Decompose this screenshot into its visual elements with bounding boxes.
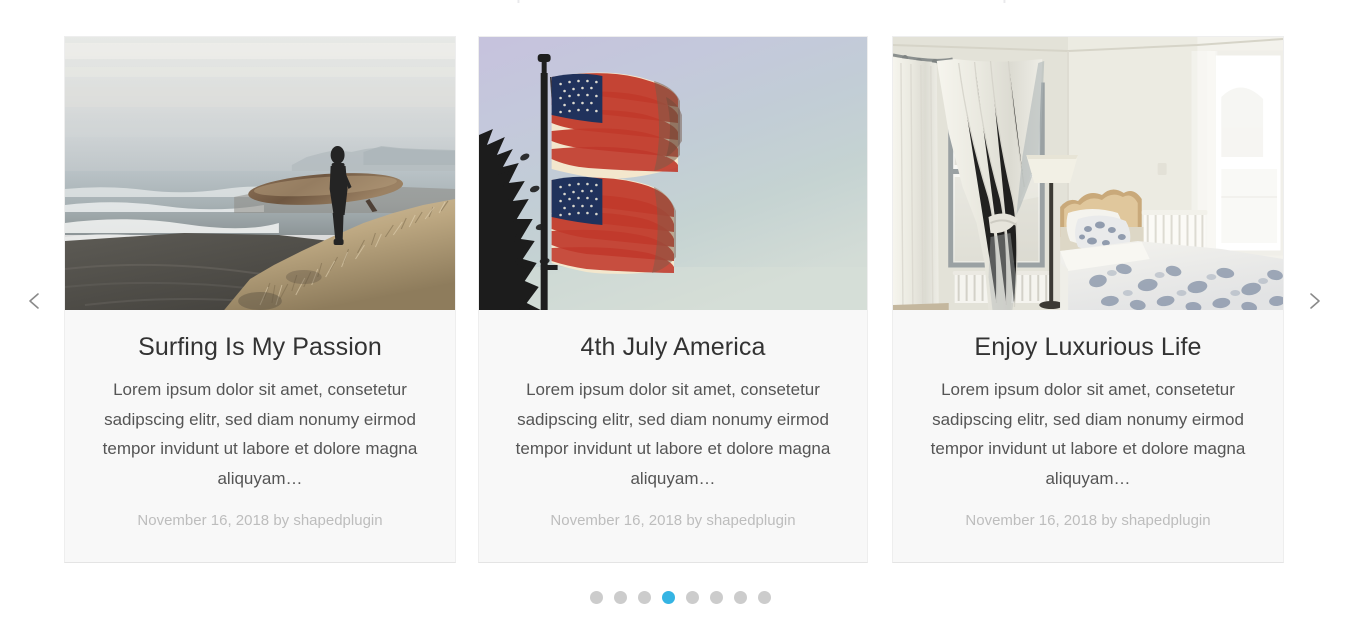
pagination-dot[interactable] — [733, 591, 747, 604]
post-carousel: p p — [0, 0, 1360, 637]
slide-text-block: Enjoy Luxurious Life Lorem ipsum dolor s… — [893, 310, 1283, 531]
pagination-dot-active[interactable] — [661, 591, 675, 604]
clipped-text-above-viewport: p p — [0, 0, 1360, 3]
meta-by-label: by — [1101, 512, 1118, 529]
post-title[interactable]: Enjoy Luxurious Life — [915, 332, 1261, 362]
clipped-glyph-left: p — [516, 0, 528, 3]
meta-by-label: by — [686, 512, 703, 529]
post-title[interactable]: 4th July America — [501, 332, 845, 362]
carousel-track[interactable]: Surfing Is My Passion Lorem ipsum dolor … — [0, 36, 1360, 563]
pagination-dot[interactable] — [637, 591, 651, 604]
slide-text-block: Surfing Is My Passion Lorem ipsum dolor … — [65, 310, 455, 531]
post-title[interactable]: Surfing Is My Passion — [87, 332, 433, 362]
post-excerpt: Lorem ipsum dolor sit amet, consetetur s… — [930, 380, 1246, 488]
slide-text-block: 4th July America Lorem ipsum dolor sit a… — [479, 310, 867, 531]
clipped-glyph-right: p — [1002, 0, 1014, 3]
post-meta: November 16, 2018 by shapedplugin — [501, 511, 845, 531]
pagination-dot[interactable] — [709, 591, 723, 604]
post-author[interactable]: shapedplugin — [706, 512, 795, 529]
pagination-dot[interactable] — [613, 591, 627, 604]
pagination-dot[interactable] — [589, 591, 603, 604]
post-author[interactable]: shapedplugin — [1121, 512, 1210, 529]
post-date: November 16, 2018 — [965, 512, 1098, 529]
post-meta: November 16, 2018 by shapedplugin — [915, 511, 1261, 531]
carousel-slide[interactable]: Surfing Is My Passion Lorem ipsum dolor … — [64, 36, 456, 563]
post-excerpt: Lorem ipsum dolor sit amet, consetetur s… — [515, 380, 831, 488]
post-date: November 16, 2018 — [137, 512, 270, 529]
surfer-on-beach-photo[interactable] — [65, 37, 455, 310]
pagination-dot[interactable] — [685, 591, 699, 604]
carousel-slide[interactable]: 4th July America Lorem ipsum dolor sit a… — [478, 36, 868, 563]
bright-bedroom-photo[interactable] — [893, 37, 1283, 310]
carousel-pagination[interactable] — [0, 591, 1360, 604]
post-date: November 16, 2018 — [550, 512, 683, 529]
post-author[interactable]: shapedplugin — [293, 512, 382, 529]
pagination-dot[interactable] — [757, 591, 771, 604]
carousel-slide[interactable]: Enjoy Luxurious Life Lorem ipsum dolor s… — [892, 36, 1284, 563]
post-excerpt: Lorem ipsum dolor sit amet, consetetur s… — [102, 380, 418, 488]
american-flags-photo[interactable] — [479, 37, 867, 310]
meta-by-label: by — [273, 512, 290, 529]
post-meta: November 16, 2018 by shapedplugin — [87, 511, 433, 531]
